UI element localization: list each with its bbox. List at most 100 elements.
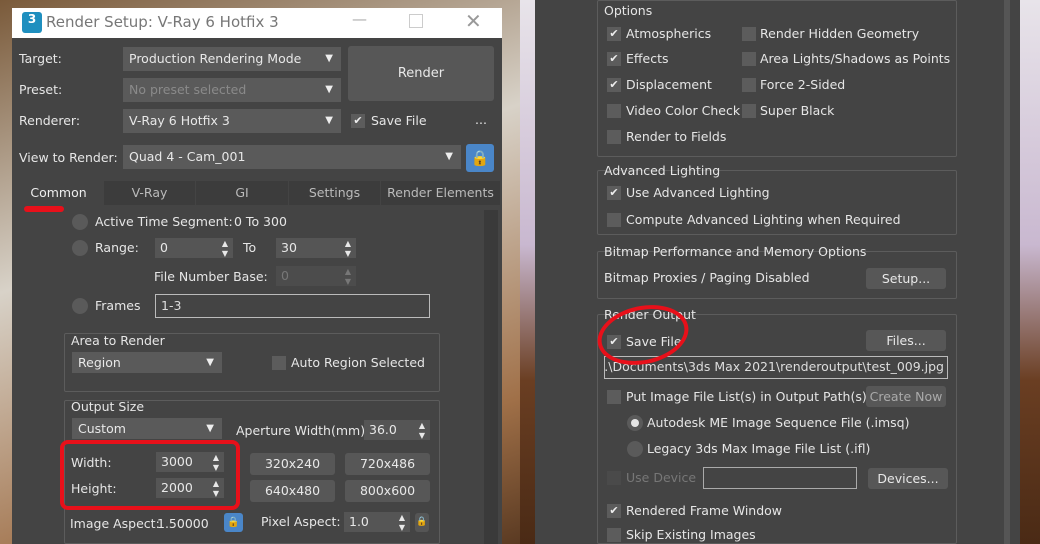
active-time-label: Active Time Segment: — [95, 214, 233, 229]
area-lights-checkbox[interactable] — [742, 52, 756, 66]
target-label: Target: — [19, 51, 62, 66]
window-title: Render Setup: V-Ray 6 Hotfix 3 — [46, 13, 279, 31]
active-time-radio[interactable] — [72, 214, 88, 230]
put-image-file-list-label: Put Image File List(s) in Output Path(s) — [626, 389, 867, 404]
scrollbar[interactable] — [1004, 0, 1010, 544]
range-radio[interactable] — [72, 240, 88, 256]
preset-800x600-button[interactable]: 800x600 — [345, 480, 430, 502]
atmospherics-checkbox[interactable]: ✔ — [607, 27, 621, 41]
put-image-file-list-checkbox[interactable] — [607, 390, 621, 404]
advanced-lighting-title: Advanced Lighting — [604, 163, 721, 178]
rendered-frame-window-label: Rendered Frame Window — [626, 503, 783, 518]
skip-existing-images-checkbox[interactable] — [607, 528, 621, 542]
tab-gi[interactable]: GI — [196, 181, 288, 205]
preset-320x240-button[interactable]: 320x240 — [250, 453, 335, 475]
device-input[interactable] — [703, 467, 857, 489]
app-icon: 3 — [22, 12, 42, 33]
target-dropdown[interactable]: Production Rendering Mode ▼ — [123, 47, 341, 71]
scrollbar[interactable] — [484, 210, 498, 544]
file-number-base-spinner[interactable]: 0 ▲ ▼ — [276, 266, 356, 286]
active-time-value: 0 To 300 — [234, 214, 287, 229]
effects-checkbox[interactable]: ✔ — [607, 52, 621, 66]
create-now-button[interactable]: Create Now — [866, 386, 946, 407]
rendered-frame-window-checkbox[interactable]: ✔ — [607, 504, 621, 518]
tab-common[interactable]: Common — [14, 181, 103, 205]
video-color-check-checkbox[interactable] — [607, 104, 621, 118]
image-aspect-lock-icon[interactable]: 🔒 — [224, 513, 243, 532]
aperture-spinner[interactable]: 36.0 ▲ ▼ — [364, 420, 430, 440]
output-size-title: Output Size — [71, 399, 145, 414]
view-to-render-dropdown[interactable]: Quad 4 - Cam_001 ▼ — [123, 145, 461, 169]
auto-region-checkbox[interactable] — [272, 356, 286, 370]
save-file-label: Save File — [371, 113, 427, 128]
title-bar: 3 Render Setup: V-Ray 6 Hotfix 3 — ✕ — [12, 8, 502, 38]
tab-render-elements[interactable]: Render Elements — [381, 181, 500, 205]
close-button[interactable]: ✕ — [465, 9, 482, 33]
ifl-radio[interactable] — [627, 441, 643, 457]
displacement-checkbox[interactable]: ✔ — [607, 78, 621, 92]
use-device-checkbox[interactable] — [607, 471, 621, 485]
files-button[interactable]: Files... — [866, 330, 946, 351]
render-to-fields-label: Render to Fields — [626, 129, 727, 144]
range-label: Range: — [95, 240, 139, 255]
options-title: Options — [604, 3, 653, 18]
chevron-down-icon: ▼ — [325, 115, 333, 126]
render-hidden-geometry-label: Render Hidden Geometry — [760, 26, 920, 41]
super-black-label: Super Black — [760, 103, 835, 118]
red-annotation-underline — [24, 206, 64, 212]
pixel-aspect-spinner[interactable]: 1.0 ▲ ▼ — [344, 512, 410, 532]
more-button[interactable]: ... — [475, 112, 487, 127]
tab-vray[interactable]: V-Ray — [104, 181, 195, 205]
frames-radio[interactable] — [72, 298, 88, 314]
use-advanced-lighting-checkbox[interactable]: ✔ — [607, 186, 621, 200]
area-lights-label: Area Lights/Shadows as Points — [760, 51, 951, 66]
tab-settings[interactable]: Settings — [289, 181, 380, 205]
range-start-spinner[interactable]: 0 ▲ ▼ — [155, 238, 233, 258]
use-device-label: Use Device — [626, 470, 697, 485]
chevron-down-icon: ▼ — [325, 84, 333, 95]
bitmap-performance-title: Bitmap Performance and Memory Options — [604, 244, 867, 259]
image-aspect-label: Image Aspect: — [70, 516, 160, 531]
pixel-aspect-lock-icon[interactable]: 🔒 — [415, 513, 429, 532]
minimize-button[interactable]: — — [352, 10, 367, 28]
red-annotation-box — [60, 440, 240, 510]
setup-button[interactable]: Setup... — [866, 268, 946, 289]
lock-view-button[interactable]: 🔒 — [466, 144, 494, 172]
compute-advanced-lighting-label: Compute Advanced Lighting when Required — [626, 212, 901, 227]
displacement-label: Displacement — [626, 77, 712, 92]
maximize-button[interactable] — [409, 14, 423, 28]
view-to-render-label: View to Render: — [19, 150, 118, 165]
auto-region-label: Auto Region Selected — [291, 355, 425, 370]
preset-640x480-button[interactable]: 640x480 — [250, 480, 335, 502]
render-button[interactable]: Render — [348, 46, 494, 101]
imsq-label: Autodesk ME Image Sequence File (.imsq) — [647, 415, 910, 430]
bitmap-proxies-status: Bitmap Proxies / Paging Disabled — [604, 270, 810, 285]
imsq-radio[interactable] — [627, 415, 643, 431]
frames-input[interactable]: 1-3 — [155, 294, 430, 318]
pixel-aspect-label: Pixel Aspect: — [261, 514, 341, 529]
save-file-checkbox[interactable]: ✔ — [351, 114, 365, 128]
area-to-render-title: Area to Render — [71, 333, 165, 348]
chevron-down-icon: ▼ — [325, 53, 333, 64]
output-size-dropdown[interactable]: Custom ▼ — [72, 418, 222, 439]
render-to-fields-checkbox[interactable] — [607, 130, 621, 144]
renderer-dropdown[interactable]: V-Ray 6 Hotfix 3 ▼ — [123, 109, 341, 133]
area-dropdown[interactable]: Region ▼ — [72, 352, 222, 373]
use-advanced-lighting-label: Use Advanced Lighting — [626, 185, 770, 200]
skip-existing-images-label: Skip Existing Images — [626, 527, 756, 542]
render-hidden-geometry-checkbox[interactable] — [742, 27, 756, 41]
devices-button[interactable]: Devices... — [868, 468, 948, 489]
effects-label: Effects — [626, 51, 669, 66]
preset-720x486-button[interactable]: 720x486 — [345, 453, 430, 475]
image-aspect-value: 1.50000 — [157, 516, 209, 531]
atmospherics-label: Atmospherics — [626, 26, 712, 41]
compute-advanced-lighting-checkbox[interactable] — [607, 213, 621, 227]
force-2-sided-checkbox[interactable] — [742, 78, 756, 92]
force-2-sided-label: Force 2-Sided — [760, 77, 846, 92]
file-number-base-label: File Number Base: — [154, 269, 268, 284]
preset-label: Preset: — [19, 82, 63, 97]
range-end-spinner[interactable]: 30 ▲ ▼ — [276, 238, 356, 258]
preset-dropdown[interactable]: No preset selected ▼ — [123, 78, 341, 102]
super-black-checkbox[interactable] — [742, 104, 756, 118]
to-label: To — [243, 240, 257, 255]
